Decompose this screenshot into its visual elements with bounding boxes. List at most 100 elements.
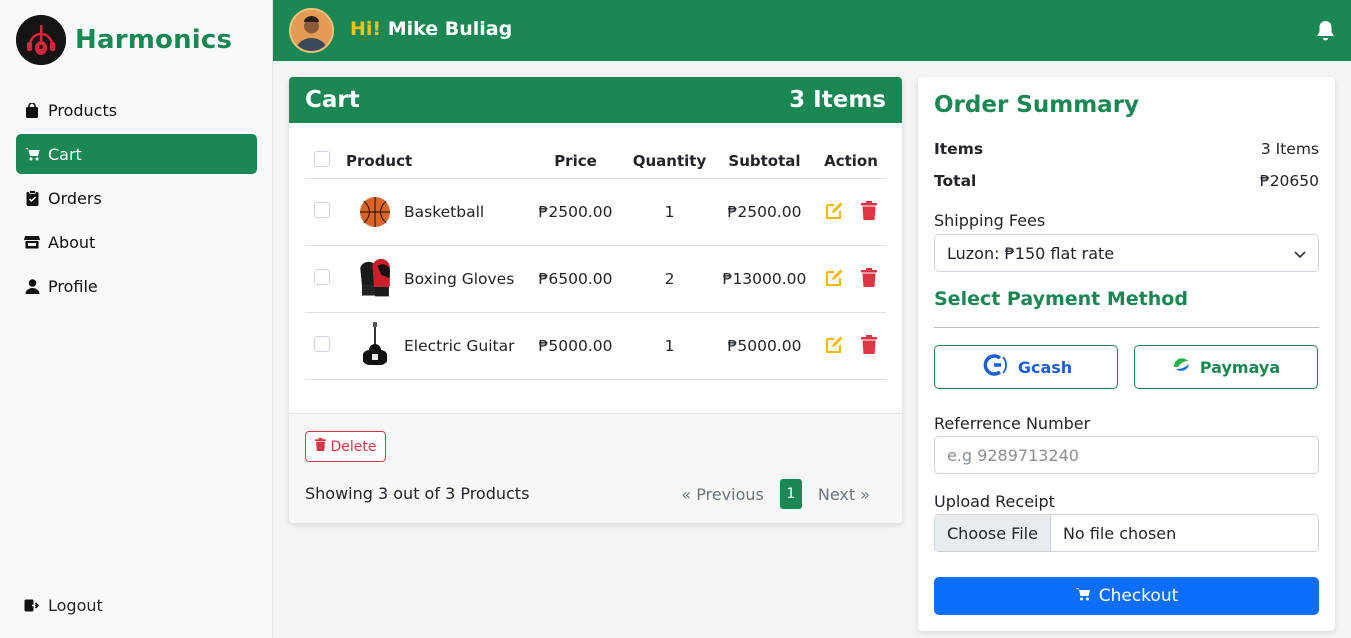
choose-file-button[interactable]: Choose File	[935, 515, 1051, 551]
sidebar-item-label: Profile	[48, 276, 98, 296]
items-label: Items	[934, 140, 984, 158]
product-quantity: 2	[664, 270, 675, 288]
sidebar-item-label: Cart	[48, 144, 82, 164]
table-header: Product Price Quantity Subtotal Action	[305, 143, 886, 179]
paymaya-label: Paymaya	[1199, 357, 1281, 377]
table-row: Basketball ₱2500.00 1 ₱2500.00	[305, 179, 886, 246]
electric-guitar-image	[355, 322, 395, 369]
product-price: ₱6500.00	[538, 270, 613, 288]
no-file-text: No file chosen	[1062, 523, 1177, 543]
shipping-selected: Luzon: ₱150 flat rate	[947, 243, 1115, 263]
divider	[934, 327, 1319, 328]
next-link[interactable]: Next »	[818, 485, 870, 504]
sidebar-item-about[interactable]: About	[16, 222, 257, 262]
upload-receipt-label: Upload Receipt	[934, 492, 1055, 511]
checkout-label: Checkout	[1098, 586, 1179, 606]
payment-method-title: Select Payment Method	[934, 288, 1188, 310]
edit-icon[interactable]	[825, 335, 844, 358]
gcash-button[interactable]: Gcash	[934, 345, 1118, 389]
edit-icon[interactable]	[825, 201, 844, 224]
reference-number-input[interactable]: e.g 9289713240	[934, 436, 1319, 474]
product-name: Boxing Gloves	[404, 270, 515, 288]
top-bar: Hi! Mike Buliag	[273, 0, 1351, 61]
summary-items-row: Items 3 Items	[934, 140, 1319, 158]
product-quantity: 1	[664, 203, 675, 221]
sidebar-item-products[interactable]: Products	[16, 90, 257, 130]
clipboard-icon	[24, 190, 40, 206]
sidebar-item-profile[interactable]: Profile	[16, 266, 257, 306]
logout-icon	[24, 598, 40, 614]
column-action: Action	[824, 151, 878, 170]
product-subtotal: ₱2500.00	[727, 203, 802, 221]
sidebar-item-label: Orders	[48, 188, 102, 208]
order-summary-title: Order Summary	[934, 92, 1140, 118]
order-summary-panel: Order Summary Items 3 Items Total ₱20650…	[918, 77, 1335, 631]
bag-icon	[24, 102, 40, 118]
person-icon	[24, 278, 40, 294]
greeting: Hi! Mike Buliag	[350, 18, 512, 40]
edit-icon[interactable]	[825, 268, 844, 291]
shipping-select[interactable]: Luzon: ₱150 flat rate	[934, 234, 1319, 272]
sidebar-item-cart[interactable]: Cart	[16, 134, 257, 174]
table-row: Boxing Gloves ₱6500.00 2 ₱13000.00	[305, 246, 886, 313]
row-checkbox[interactable]	[314, 336, 330, 352]
column-product: Product	[346, 151, 413, 170]
product-subtotal: ₱5000.00	[727, 337, 802, 355]
cart-header: Cart 3 Items	[289, 77, 902, 123]
cart-footer: Delete Showing 3 out of 3 Products « Pre…	[289, 413, 902, 523]
harmonics-logo-icon	[16, 15, 66, 65]
showing-count: Showing 3 out of 3 Products	[305, 484, 530, 503]
table-row: Electric Guitar ₱5000.00 1 ₱5000.00	[305, 313, 886, 380]
product-price: ₱2500.00	[538, 203, 613, 221]
logout-label: Logout	[48, 596, 103, 615]
row-checkbox[interactable]	[314, 269, 330, 285]
row-checkbox[interactable]	[314, 202, 330, 218]
column-subtotal: Subtotal	[728, 151, 801, 170]
sidebar: Harmonics Products Cart Orders About Pro…	[0, 0, 273, 638]
cart-item-count: 3 Items	[789, 87, 886, 113]
sidebar-item-orders[interactable]: Orders	[16, 178, 257, 218]
trash-icon[interactable]	[861, 267, 877, 291]
checkout-button[interactable]: Checkout	[934, 577, 1319, 615]
product-quantity: 1	[664, 337, 675, 355]
upload-receipt-input[interactable]: Choose File No file chosen	[934, 514, 1319, 552]
bell-icon[interactable]	[1316, 20, 1335, 45]
cart-panel: Cart 3 Items Product Price Quantity Subt…	[289, 77, 902, 523]
pagination: « Previous 1 Next »	[681, 479, 870, 509]
boxing-gloves-image	[355, 256, 395, 302]
store-icon	[24, 234, 40, 250]
trash-icon[interactable]	[861, 200, 877, 224]
shipping-label: Shipping Fees	[934, 211, 1046, 230]
cart-table: Product Price Quantity Subtotal Action B…	[305, 143, 886, 380]
total-label: Total	[934, 172, 977, 190]
brand[interactable]: Harmonics	[16, 15, 232, 65]
select-all-checkbox[interactable]	[314, 150, 330, 167]
column-quantity: Quantity	[632, 151, 707, 170]
product-name: Electric Guitar	[404, 337, 515, 355]
items-value: 3 Items	[1260, 140, 1319, 158]
reference-label: Referrence Number	[934, 414, 1091, 433]
product-subtotal: ₱13000.00	[722, 270, 807, 288]
sidebar-item-label: Products	[48, 100, 118, 120]
product-name: Basketball	[404, 203, 485, 221]
paymaya-logo-icon	[1172, 357, 1190, 377]
gcash-logo-icon	[980, 352, 1008, 382]
trash-icon	[314, 438, 326, 455]
logout-button[interactable]: Logout	[24, 596, 103, 615]
page-number-current[interactable]: 1	[779, 479, 802, 509]
greeting-hi: Hi!	[350, 18, 382, 40]
brand-name: Harmonics	[75, 25, 233, 55]
gcash-label: Gcash	[1017, 357, 1073, 377]
delete-label: Delete	[330, 438, 377, 455]
user-name: Mike Buliag	[387, 18, 513, 40]
previous-link[interactable]: « Previous	[681, 485, 764, 504]
paymaya-button[interactable]: Paymaya	[1134, 345, 1318, 389]
chevron-down-icon	[1294, 244, 1306, 263]
delete-button[interactable]: Delete	[305, 431, 386, 462]
cart-icon	[1075, 586, 1091, 606]
trash-icon[interactable]	[861, 334, 877, 358]
basketball-image	[355, 189, 395, 235]
sidebar-nav: Products Cart Orders About Profile	[16, 90, 257, 310]
avatar[interactable]	[289, 8, 334, 53]
summary-total-row: Total ₱20650	[934, 172, 1319, 190]
